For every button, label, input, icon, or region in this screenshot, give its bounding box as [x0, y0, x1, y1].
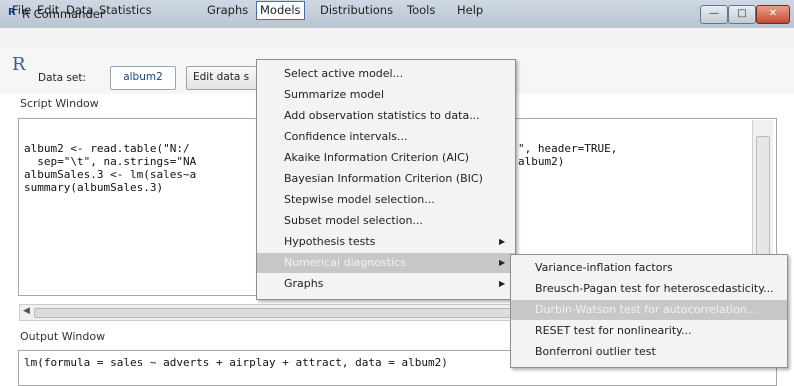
menu-item-add-observation-statistics[interactable]: Add observation statistics to data...	[257, 106, 515, 126]
menu-item-numerical-diagnostics[interactable]: Numerical diagnostics ▶	[257, 253, 515, 273]
dataset-button[interactable]: album2	[110, 66, 176, 90]
menu-statistics[interactable]: Statistics	[97, 3, 154, 18]
code-line: sep="\t", na.strings="NA	[24, 155, 197, 168]
menu-item-confidence-intervals[interactable]: Confidence intervals...	[257, 127, 515, 147]
menu-bar	[0, 28, 794, 49]
code-line: summary(albumSales.3)	[24, 181, 164, 194]
minimize-button[interactable]: —	[700, 5, 728, 24]
submenu-item-vif[interactable]: Variance-inflation factors	[511, 258, 787, 278]
menu-item-summarize-model[interactable]: Summarize model	[257, 85, 515, 105]
menu-help[interactable]: Help	[455, 3, 485, 18]
code-line: album2)	[518, 155, 565, 168]
menu-item-graphs[interactable]: Graphs ▶	[257, 274, 515, 294]
submenu-arrow-icon: ▶	[499, 237, 506, 246]
maximize-button[interactable]: □	[728, 5, 756, 24]
edit-data-button[interactable]: Edit data s	[186, 66, 264, 90]
menu-distributions[interactable]: Distributions	[318, 3, 395, 18]
menu-data[interactable]: Data	[64, 3, 95, 18]
close-button[interactable]: ✕	[756, 5, 790, 24]
script-code-right: ", header=TRUE, album2)	[518, 142, 617, 168]
menu-file[interactable]: File	[10, 3, 33, 18]
models-dropdown-menu: Select active model... Summarize model A…	[256, 59, 516, 300]
submenu-item-reset-test[interactable]: RESET test for nonlinearity...	[511, 321, 787, 341]
code-line: albumSales.3 <- lm(sales~a	[24, 168, 197, 181]
submenu-arrow-icon: ▶	[499, 258, 506, 267]
menu-item-stepwise-selection[interactable]: Stepwise model selection...	[257, 190, 515, 210]
code-line: album2 <- read.table("N:/	[24, 142, 190, 155]
scroll-thumb[interactable]	[34, 308, 516, 318]
menu-item-subset-selection[interactable]: Subset model selection...	[257, 211, 515, 231]
submenu-item-breusch-pagan[interactable]: Breusch-Pagan test for heteroscedasticit…	[511, 279, 787, 299]
menu-tools[interactable]: Tools	[405, 3, 437, 18]
scroll-thumb[interactable]	[756, 136, 770, 258]
output-code: lm(formula = sales ~ adverts + airplay +…	[24, 356, 448, 369]
menu-item-hypothesis-tests[interactable]: Hypothesis tests ▶	[257, 232, 515, 252]
script-window-label: Script Window	[20, 97, 99, 110]
menu-item-aic[interactable]: Akaike Information Criterion (AIC)	[257, 148, 515, 168]
scroll-left-icon[interactable]: ◀	[23, 306, 30, 316]
submenu-item-bonferroni[interactable]: Bonferroni outlier test	[511, 342, 787, 362]
submenu-item-durbin-watson[interactable]: Durbin-Watson test for autocorrelation..…	[511, 300, 787, 320]
r-logo-icon: R	[12, 54, 26, 75]
menu-edit[interactable]: Edit	[35, 3, 61, 18]
dataset-label: Data set:	[38, 72, 86, 84]
numerical-diagnostics-submenu: Variance-inflation factors Breusch-Pagan…	[510, 254, 788, 368]
menu-graphs[interactable]: Graphs	[205, 3, 250, 18]
menu-item-select-active-model[interactable]: Select active model...	[257, 64, 515, 84]
submenu-arrow-icon: ▶	[499, 279, 506, 288]
menu-item-bic[interactable]: Bayesian Information Criterion (BIC)	[257, 169, 515, 189]
code-line: ", header=TRUE,	[518, 142, 618, 155]
output-window-label: Output Window	[20, 330, 106, 343]
script-code: album2 <- read.table("N:/ sep="\t", na.s…	[24, 142, 196, 194]
menu-models[interactable]: Models	[256, 1, 305, 20]
